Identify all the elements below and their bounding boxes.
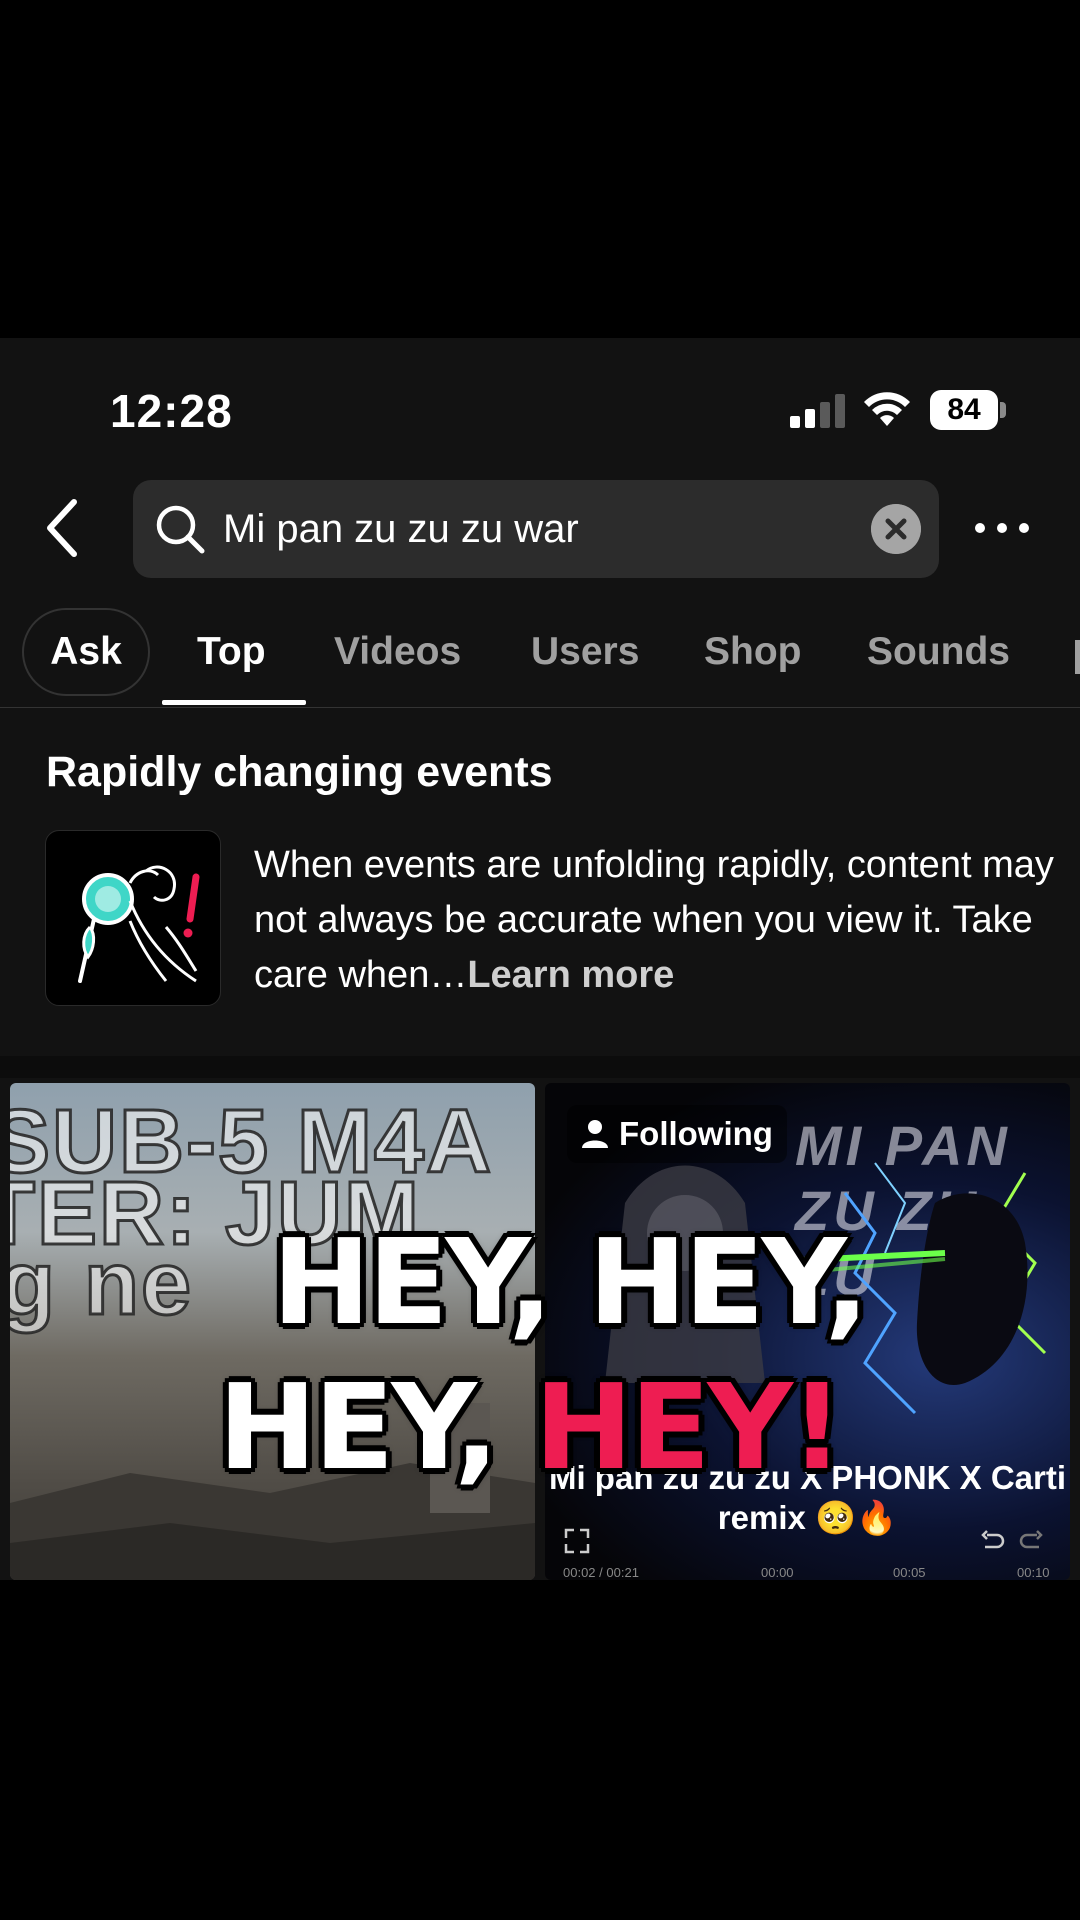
video-bg-text: g ne <box>10 1233 194 1336</box>
active-tab-indicator <box>162 700 306 705</box>
time-total: 00:21 <box>606 1565 639 1580</box>
tab-sounds[interactable]: Sounds <box>867 608 1010 696</box>
search-results-screen: 12:28 84 Mi pan zu zu zu war Ask Top Vid… <box>0 338 1080 1580</box>
search-tabs: Ask Top Videos Users Shop Sounds <box>0 608 1080 708</box>
letterbox-bottom <box>0 1580 1080 1920</box>
search-input[interactable]: Mi pan zu zu zu war <box>133 480 939 578</box>
overlay-text-white: HEY, <box>218 1358 535 1496</box>
back-icon[interactable] <box>36 488 96 568</box>
wifi-icon <box>864 392 910 426</box>
overlay-text-pink: HEY! <box>534 1358 844 1496</box>
video-grid: SUB-5 M4A TER: JUM g ne MI PAN ZU ZU ZU <box>0 1083 1080 1580</box>
clear-icon[interactable] <box>871 504 921 554</box>
time-current: 00:02 <box>563 1565 596 1580</box>
tab-shop[interactable]: Shop <box>704 608 801 696</box>
more-icon[interactable] <box>972 498 1032 558</box>
notice-title: Rapidly changing events <box>46 748 553 796</box>
timeline-tick: 00:05 <box>893 1565 926 1580</box>
overlay-text-line-1: HEY, HEY, <box>272 1213 869 1351</box>
tab-videos[interactable]: Videos <box>334 608 461 696</box>
battery-tip <box>1000 402 1006 418</box>
tab-ask[interactable]: Ask <box>22 608 150 696</box>
battery-level: 84 <box>930 390 998 430</box>
letterbox-top <box>0 0 1080 338</box>
search-icon <box>156 505 205 554</box>
timeline-tick: 00:10 <box>1017 1565 1050 1580</box>
redo-icon[interactable] <box>1019 1529 1045 1553</box>
video-timeline: 00:02 / 00:21 00:00 00:05 00:10 <box>563 1565 1050 1580</box>
tab-overflow-hint <box>1075 640 1080 674</box>
person-icon <box>582 1120 608 1148</box>
tab-top[interactable]: Top <box>197 608 266 696</box>
cellular-signal-icon <box>790 394 845 428</box>
magnifier-person-icon <box>78 865 200 983</box>
status-time: 12:28 <box>110 385 233 437</box>
notice-body: When events are unfolding rapidly, conte… <box>254 838 1054 1003</box>
overlay-text-line-2: HEY, HEY! <box>218 1358 844 1496</box>
learn-more-link[interactable]: Learn more <box>467 954 674 996</box>
fullscreen-icon[interactable] <box>563 1527 591 1555</box>
undo-icon[interactable] <box>979 1529 1005 1553</box>
following-badge: Following <box>567 1105 787 1163</box>
following-label: Following <box>619 1115 773 1152</box>
notice-illustration <box>45 830 221 1006</box>
tab-users[interactable]: Users <box>531 608 639 696</box>
player-controls <box>563 1523 1053 1563</box>
section-divider <box>0 1056 1080 1078</box>
status-bar: 12:28 84 <box>0 338 1080 468</box>
search-query: Mi pan zu zu zu war <box>223 507 579 551</box>
battery-indicator: 84 <box>930 390 1006 430</box>
timeline-tick: 00:00 <box>761 1565 794 1580</box>
